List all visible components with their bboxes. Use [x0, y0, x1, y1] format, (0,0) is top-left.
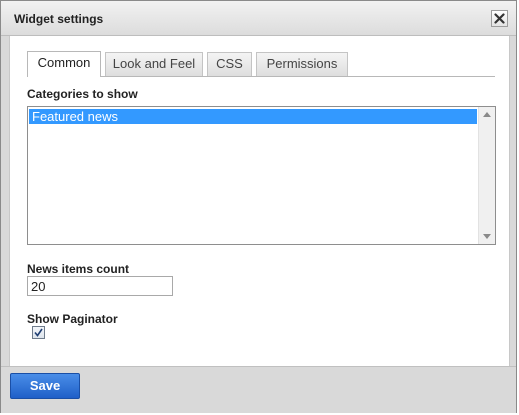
checkmark-icon: [34, 328, 43, 337]
tab-common[interactable]: Common: [27, 51, 101, 77]
dialog-footer: Save: [1, 366, 516, 413]
listbox-scrollbar[interactable]: [478, 107, 495, 244]
scroll-up-arrow-icon[interactable]: [483, 112, 491, 117]
scroll-down-arrow-icon[interactable]: [483, 234, 491, 239]
tab-label: CSS: [216, 56, 243, 71]
save-button[interactable]: Save: [10, 373, 80, 399]
dialog-content: Common Look and Feel CSS Permissions Cat…: [9, 36, 510, 366]
widget-settings-dialog: Widget settings Common Look and Feel CSS…: [0, 0, 517, 413]
categories-label: Categories to show: [27, 87, 138, 101]
categories-listbox[interactable]: Featured news: [27, 106, 496, 245]
news-count-input[interactable]: [27, 276, 173, 296]
news-count-label: News items count: [27, 262, 130, 276]
show-paginator-checkbox[interactable]: [32, 326, 45, 339]
tab-bar: Common Look and Feel CSS Permissions: [27, 51, 495, 77]
tab-label: Look and Feel: [112, 56, 196, 71]
dialog-titlebar[interactable]: Widget settings: [1, 1, 516, 36]
tab-permissions[interactable]: Permissions: [256, 52, 348, 76]
paginator-label: Show Paginator: [27, 312, 118, 326]
close-x-icon: [494, 13, 505, 24]
tab-look-and-feel[interactable]: Look and Feel: [105, 52, 203, 76]
list-item[interactable]: Featured news: [29, 109, 477, 124]
tab-css[interactable]: CSS: [207, 52, 252, 76]
tab-label: Permissions: [266, 56, 338, 71]
dialog-title: Widget settings: [14, 12, 104, 26]
tab-label: Common: [37, 55, 91, 70]
close-button[interactable]: [491, 10, 508, 27]
